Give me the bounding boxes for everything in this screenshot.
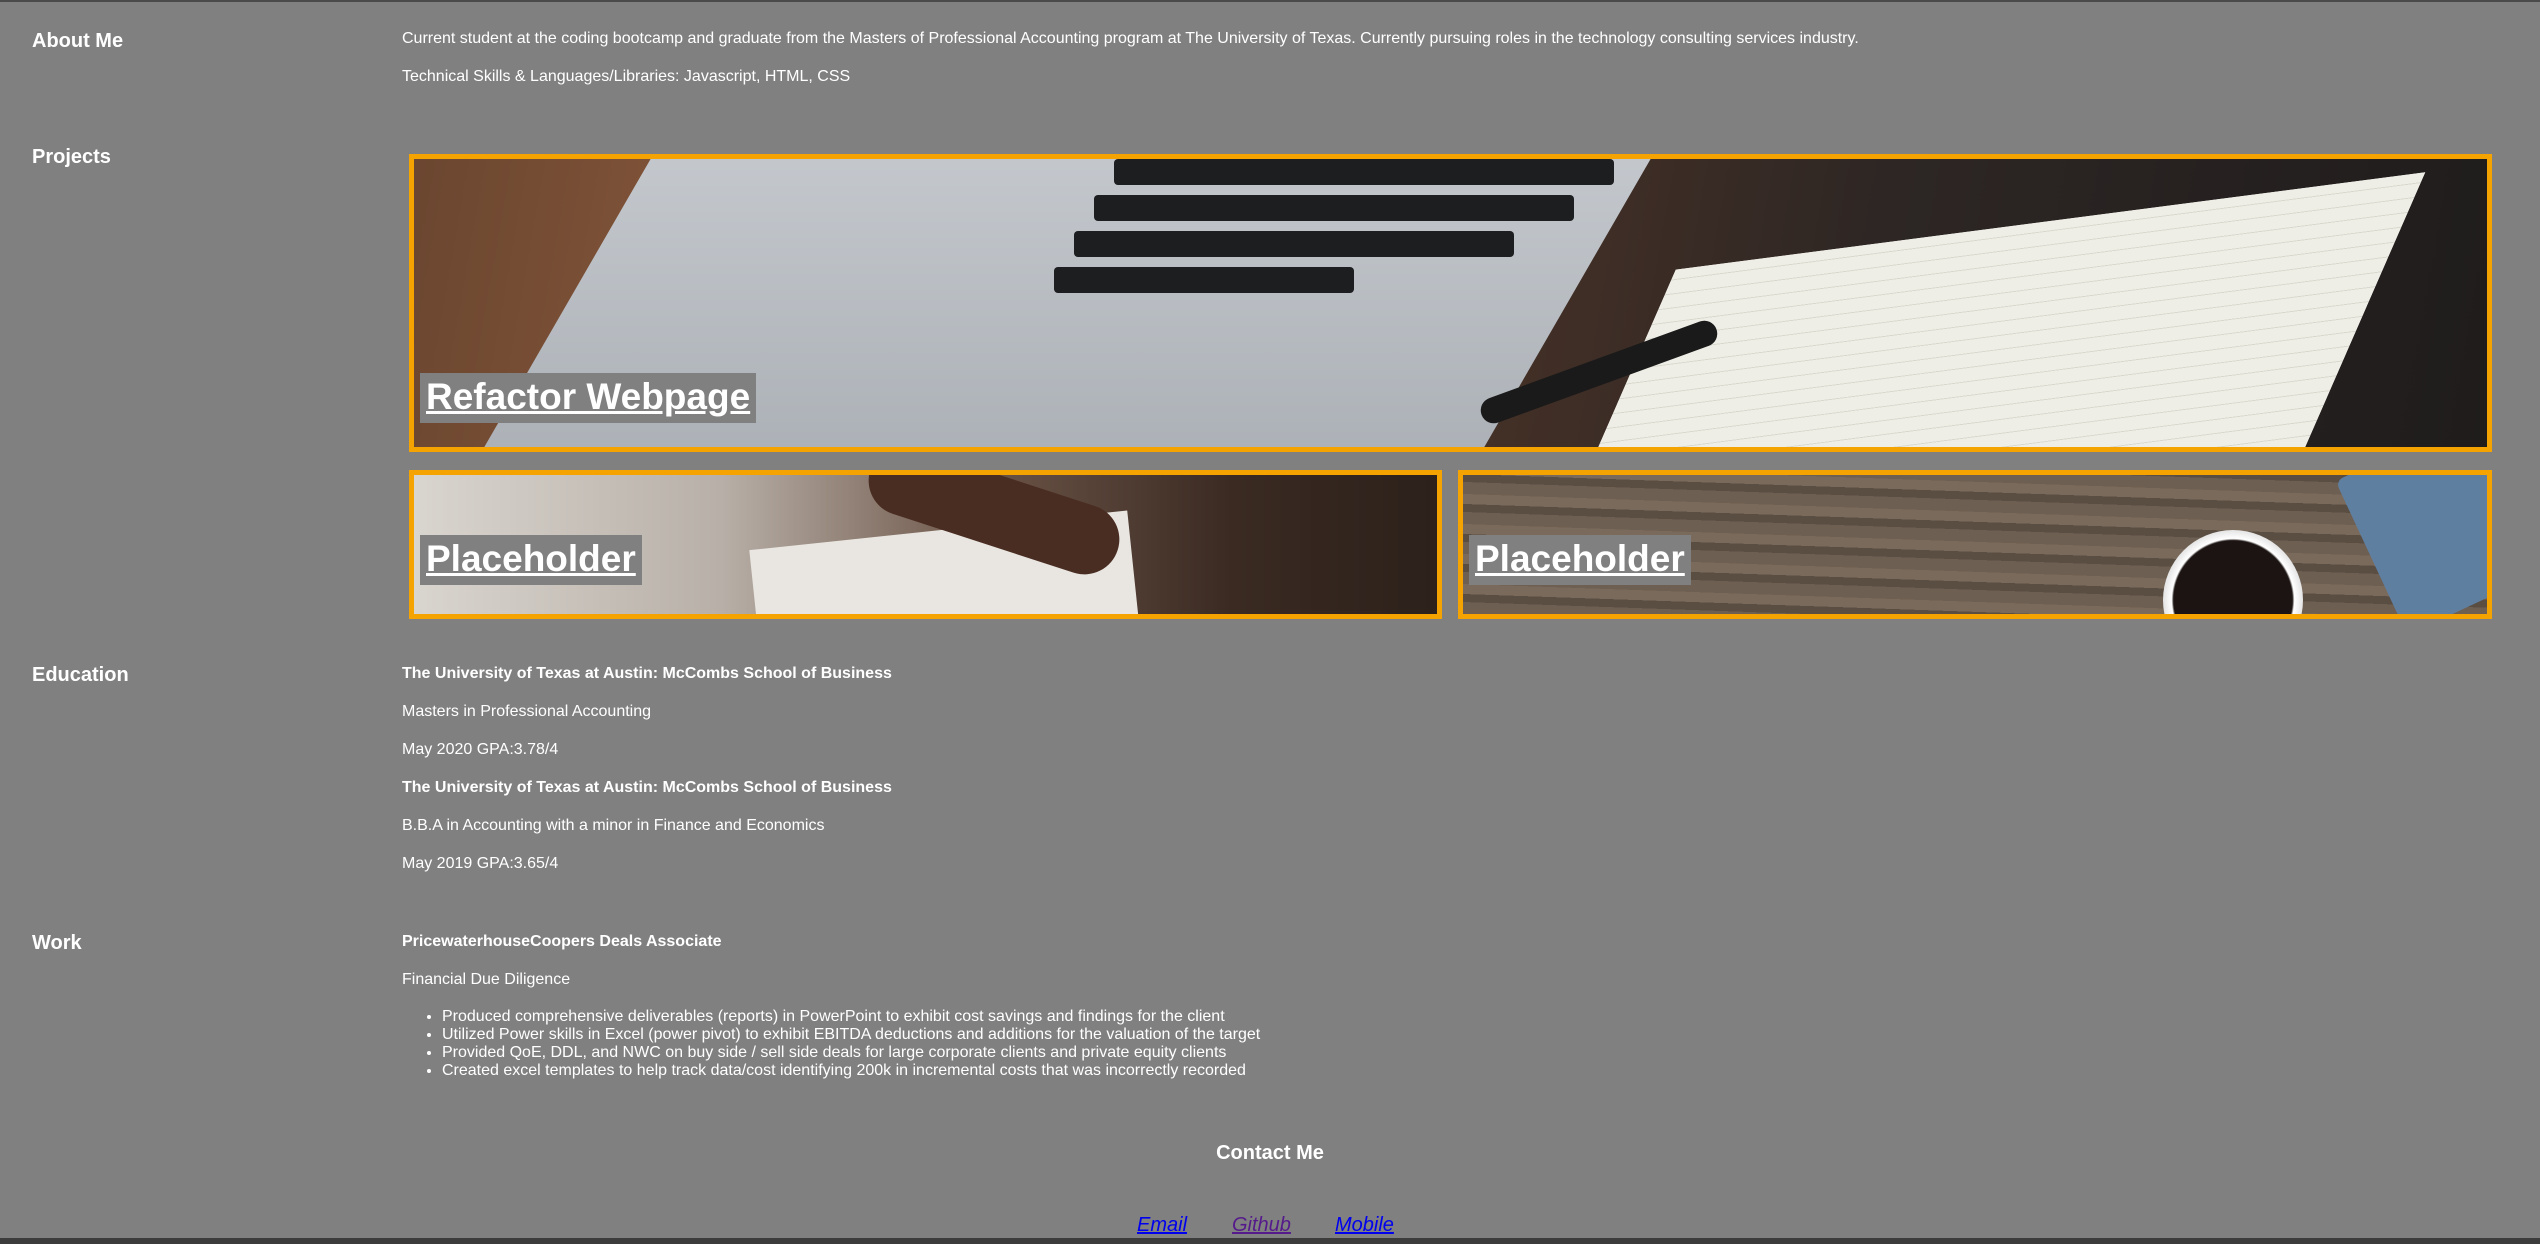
about-bio: Current student at the coding bootcamp a… (402, 30, 1859, 47)
education-date-2: May 2019 GPA:3.65/4 (402, 855, 559, 872)
work-bullet: Utilized Power skills in Excel (power pi… (442, 1026, 1260, 1044)
project-card-refactor[interactable]: Refactor Webpage (409, 154, 2492, 452)
education-date-1: May 2020 GPA:3.78/4 (402, 741, 559, 758)
work-subtitle: Financial Due Diligence (402, 971, 571, 988)
work-heading: Work (32, 932, 82, 954)
work-bullet: Created excel templates to help track da… (442, 1062, 1260, 1080)
about-heading: About Me (32, 30, 124, 52)
top-edge (0, 0, 2540, 2)
project-card-placeholder-1[interactable]: Placeholder (409, 470, 1442, 619)
education-degree-1: Masters in Professional Accounting (402, 703, 652, 720)
education-degree-2: B.B.A in Accounting with a minor in Fina… (402, 817, 825, 834)
education-heading: Education (32, 664, 129, 686)
work-title: PricewaterhouseCoopers Deals Associate (402, 933, 722, 950)
projects-heading: Projects (32, 146, 111, 168)
project-card-placeholder-2[interactable]: Placeholder (1458, 470, 2492, 619)
project-title-placeholder-1[interactable]: Placeholder (420, 535, 642, 585)
about-skills: Technical Skills & Languages/Libraries: … (402, 68, 851, 85)
bottom-edge (0, 1238, 2540, 1244)
work-bullets: Produced comprehensive deliverables (rep… (442, 1008, 1260, 1080)
email-link[interactable]: Email (1137, 1214, 1187, 1237)
github-link[interactable]: Github (1232, 1214, 1291, 1237)
work-bullet: Provided QoE, DDL, and NWC on buy side /… (442, 1044, 1260, 1062)
project-title-refactor[interactable]: Refactor Webpage (420, 373, 757, 423)
work-bullet: Produced comprehensive deliverables (rep… (442, 1008, 1260, 1026)
education-school-1: The University of Texas at Austin: McCom… (402, 665, 892, 682)
education-school-2: The University of Texas at Austin: McCom… (402, 779, 892, 796)
project-title-placeholder-2[interactable]: Placeholder (1469, 535, 1691, 585)
mobile-link[interactable]: Mobile (1335, 1214, 1394, 1237)
contact-heading: Contact Me (1216, 1142, 1324, 1164)
